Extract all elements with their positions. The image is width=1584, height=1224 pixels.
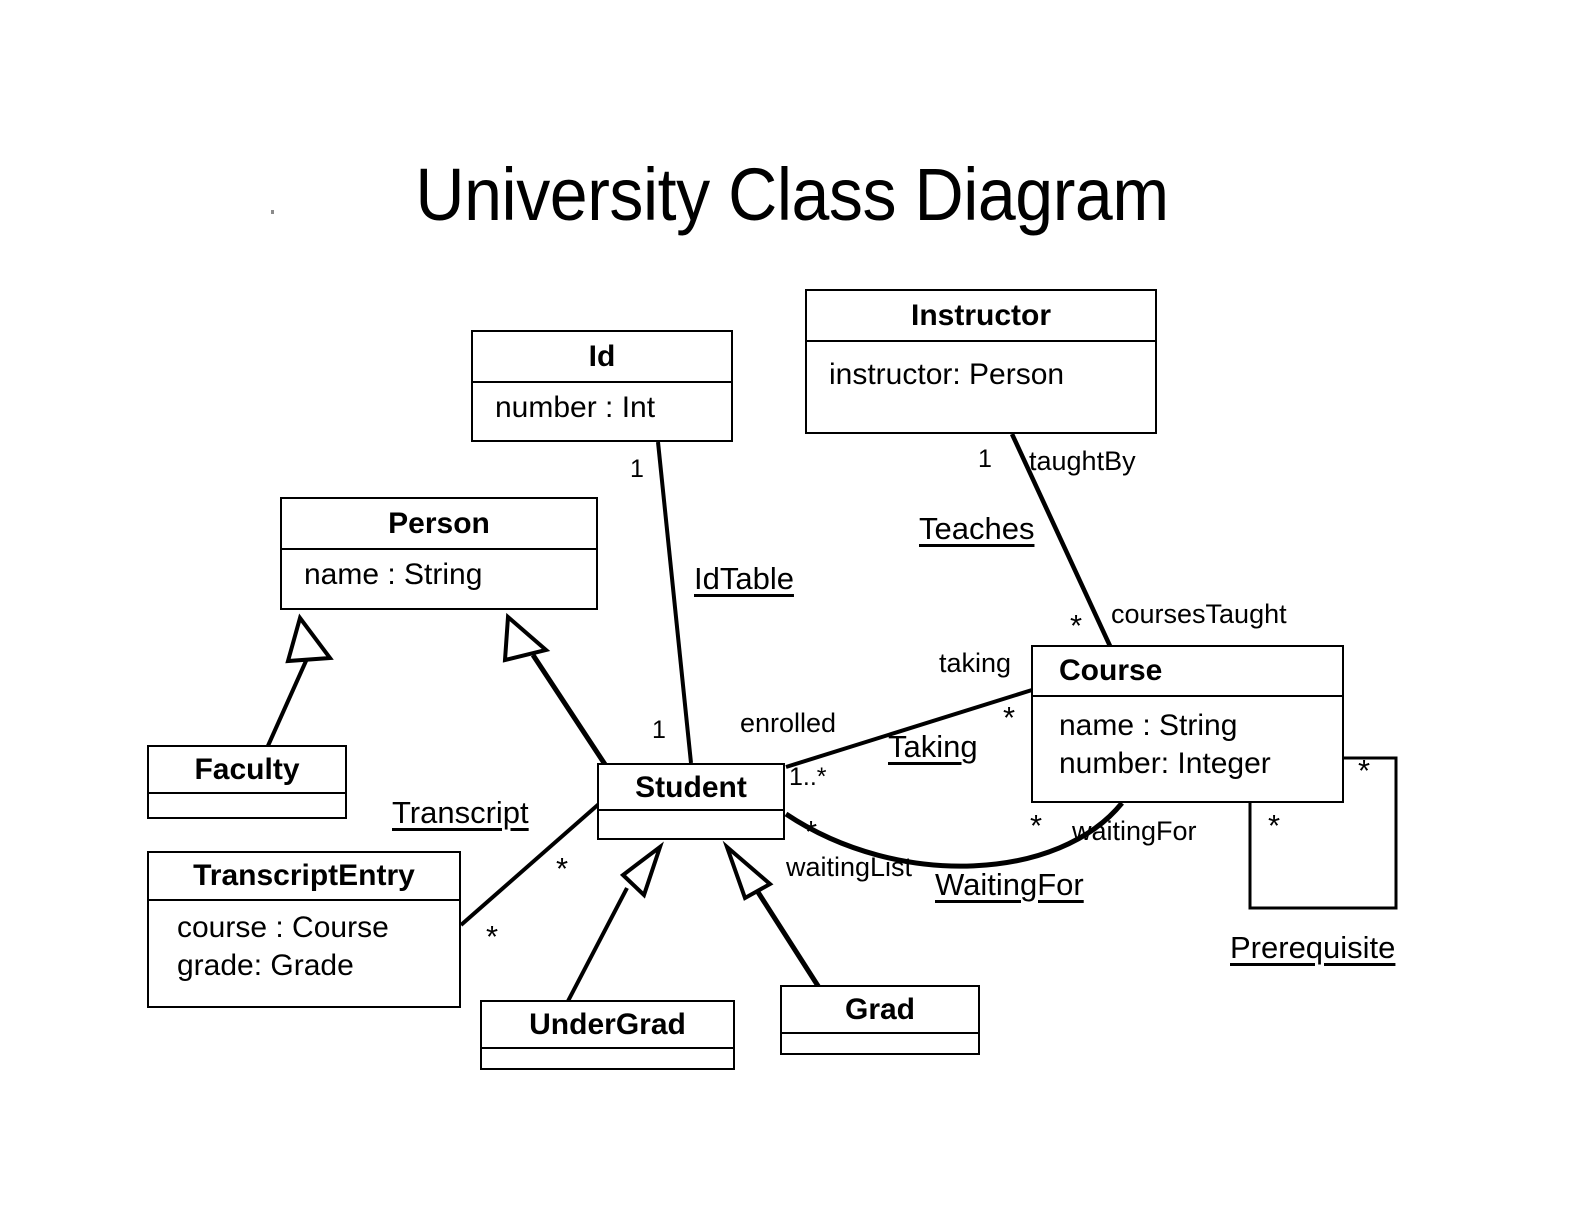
multiplicity-transcript-student: * bbox=[556, 851, 569, 886]
multiplicity-prerequisite-right: * bbox=[1358, 753, 1371, 788]
stray-dot-artifact bbox=[271, 210, 274, 214]
class-name-person: Person bbox=[388, 507, 490, 540]
generalization-line-undergrad-student bbox=[565, 887, 629, 1004]
role-label-taking: taking bbox=[939, 648, 1012, 678]
diagram-title: University Class Diagram bbox=[415, 153, 1169, 236]
role-label-waitinglist: waitingList bbox=[786, 852, 913, 882]
class-box-course[interactable]: Course name : String number: Integer bbox=[1031, 645, 1344, 803]
multiplicity-taking-course: * bbox=[1003, 700, 1016, 735]
generalization-arrow-student-person bbox=[502, 612, 551, 663]
class-box-student[interactable]: Student bbox=[597, 763, 785, 840]
attribute-row: instructor: Person bbox=[829, 358, 1065, 391]
generalization-arrow-undergrad-student bbox=[619, 841, 664, 899]
class-name-transcriptentry: TranscriptEntry bbox=[193, 859, 415, 892]
multiplicity-teaches-course: * bbox=[1070, 608, 1083, 643]
multiplicity-waitingfor-student: * bbox=[805, 814, 818, 849]
class-box-undergrad[interactable]: UnderGrad bbox=[480, 1000, 735, 1070]
class-attributes-id: number : Int bbox=[473, 381, 731, 433]
class-name-instructor: Instructor bbox=[910, 299, 1051, 332]
class-attributes-undergrad bbox=[482, 1047, 733, 1067]
role-label-taughtby: taughtBy bbox=[1029, 446, 1136, 476]
attribute-row: name : String bbox=[304, 558, 483, 591]
generalization-arrow-faculty-person bbox=[285, 613, 334, 664]
attribute-row: grade: Grade bbox=[177, 949, 354, 983]
class-name-course: Course bbox=[1059, 654, 1163, 687]
class-name-undergrad: UnderGrad bbox=[529, 1008, 686, 1041]
class-box-instructor[interactable]: Instructor instructor: Person bbox=[805, 289, 1157, 434]
class-name-student: Student bbox=[635, 771, 747, 804]
multiplicity-teaches-instructor: 1 bbox=[978, 445, 992, 473]
class-attributes-instructor: instructor: Person bbox=[807, 340, 1155, 400]
attribute-row: name : String bbox=[1059, 709, 1238, 742]
class-name-faculty: Faculty bbox=[194, 753, 300, 786]
class-attributes-faculty bbox=[149, 792, 345, 814]
multiplicity-prerequisite-bottom: * bbox=[1268, 808, 1281, 843]
association-label-waitingfor: WaitingFor bbox=[935, 867, 1084, 902]
association-label-prerequisite: Prerequisite bbox=[1230, 930, 1396, 965]
class-box-person[interactable]: Person name : String bbox=[280, 497, 598, 610]
class-box-transcriptentry[interactable]: TranscriptEntry course : Course grade: G… bbox=[147, 851, 461, 1008]
role-label-coursestaught: coursesTaught bbox=[1111, 599, 1287, 629]
association-label-taking: Taking bbox=[888, 729, 978, 764]
association-line-idtable bbox=[656, 441, 693, 764]
role-label-enrolled: enrolled bbox=[740, 708, 837, 738]
attribute-row: number: Integer bbox=[1059, 747, 1271, 781]
attribute-row: course : Course bbox=[177, 911, 389, 944]
multiplicity-idtable-student: 1 bbox=[652, 716, 666, 744]
class-attributes-grad bbox=[782, 1032, 978, 1052]
generalization-line-grad-student bbox=[753, 887, 830, 1002]
class-name-id: Id bbox=[588, 340, 616, 373]
association-label-teaches: Teaches bbox=[919, 511, 1035, 546]
association-label-transcript: Transcript bbox=[392, 795, 529, 830]
class-box-faculty[interactable]: Faculty bbox=[147, 745, 347, 819]
generalization-line-faculty-person bbox=[265, 651, 312, 749]
multiplicity-waitingfor-course: * bbox=[1030, 808, 1043, 843]
class-attributes-course: name : String number: Integer bbox=[1033, 695, 1342, 789]
multiplicity-transcript-entry: * bbox=[486, 919, 499, 954]
multiplicity-taking-student: 1..* bbox=[789, 763, 827, 791]
class-name-grad: Grad bbox=[844, 993, 916, 1026]
class-attributes-person: name : String bbox=[282, 548, 596, 600]
multiplicity-idtable-id: 1 bbox=[630, 455, 644, 483]
class-box-id[interactable]: Id number : Int bbox=[471, 330, 733, 442]
association-label-idtable: IdTable bbox=[694, 561, 794, 596]
generalization-line-student-person bbox=[530, 653, 613, 774]
generalization-arrow-grad-student bbox=[722, 840, 774, 901]
class-box-grad[interactable]: Grad bbox=[780, 985, 980, 1055]
class-attributes-transcriptentry: course : Course grade: Grade bbox=[149, 899, 459, 991]
uml-class-diagram-canvas: University Class Diagram Id number: Int… bbox=[0, 0, 1584, 1224]
class-attributes-student bbox=[599, 809, 783, 831]
role-label-waitingfor: waitingFor bbox=[1072, 816, 1197, 846]
attribute-row: number : Int bbox=[495, 391, 656, 424]
